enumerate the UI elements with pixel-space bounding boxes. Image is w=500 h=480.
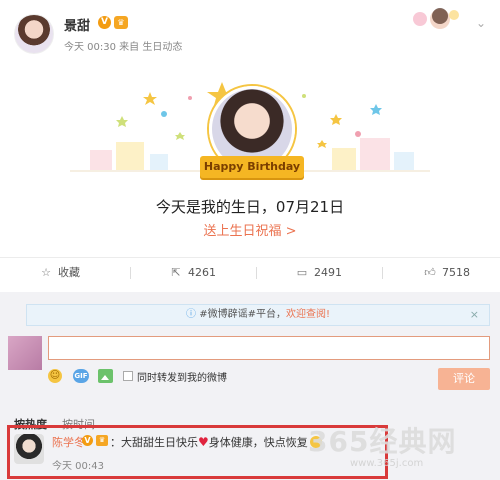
notice-link[interactable]: 欢迎查阅! xyxy=(286,309,330,320)
comment-button[interactable]: ▭ 2491 xyxy=(296,258,342,288)
rumor-notice: ⓘ #微博辟谣#平台，欢迎查阅! × xyxy=(26,304,490,326)
divider xyxy=(382,267,383,279)
commenter-avatar[interactable] xyxy=(14,434,44,464)
verified-badge-icon: V xyxy=(82,435,93,446)
emoji-icon[interactable]: ☺ xyxy=(48,369,62,383)
member-crown-icon: ♛ xyxy=(114,16,128,29)
post-meta: 今天 00:30 来自 生日动态 xyxy=(64,42,183,53)
commenter-name[interactable]: 陈学冬 xyxy=(52,434,85,450)
comment-input[interactable] xyxy=(48,336,490,360)
birthday-message: 今天是我的生日，07月21日 xyxy=(155,198,345,216)
comment-time: 今天 00:43 xyxy=(52,461,104,472)
action-bar: ☆ 收藏 ⇱ 4261 ▭ 2491 👍︎ 7518 xyxy=(0,258,500,288)
birthday-decoration-icon xyxy=(413,8,459,29)
submit-comment-button[interactable]: 评论 xyxy=(438,368,490,390)
member-crown-icon: ♛ xyxy=(96,435,108,446)
thumbs-up-icon: 👍︎ xyxy=(424,266,436,279)
also-repost-label: 同时转发到我的微博 xyxy=(137,373,227,384)
favorite-button[interactable]: ☆ 收藏 xyxy=(40,258,80,288)
author-avatar[interactable] xyxy=(14,14,54,54)
comment-text: ：大甜甜生日快乐♥身体健康，快点恢复 xyxy=(110,434,322,450)
divider xyxy=(130,267,131,279)
chevron-down-icon[interactable]: ⌄ xyxy=(476,16,486,30)
divider xyxy=(256,267,257,279)
repost-icon: ⇱ xyxy=(171,266,181,279)
happy-birthday-ribbon: Happy Birthday xyxy=(200,156,304,178)
gif-icon[interactable]: GIF xyxy=(73,369,89,383)
comment-icon: ▭ xyxy=(296,266,308,279)
close-icon[interactable]: × xyxy=(470,305,479,325)
send-birthday-wishes-link[interactable]: 送上生日祝福 > xyxy=(0,220,500,239)
post-header: 景甜 V ♛ 今天 00:30 来自 生日动态 ⌄ xyxy=(0,0,500,60)
watermark: 365经典网 xyxy=(308,425,457,458)
heart-icon: ♥ xyxy=(198,435,209,449)
repost-button[interactable]: ⇱ 4261 xyxy=(170,258,216,288)
verified-badge-icon: V xyxy=(98,16,111,29)
author-name[interactable]: 景甜 xyxy=(64,15,90,34)
watermark-url: www.365j.com xyxy=(350,458,424,469)
info-icon: ⓘ xyxy=(186,309,200,320)
like-button[interactable]: 👍︎ 7518 xyxy=(424,258,470,288)
image-icon[interactable] xyxy=(98,369,113,383)
also-repost-checkbox[interactable] xyxy=(123,371,133,381)
my-avatar xyxy=(8,336,42,370)
star-icon: ☆ xyxy=(41,266,51,279)
